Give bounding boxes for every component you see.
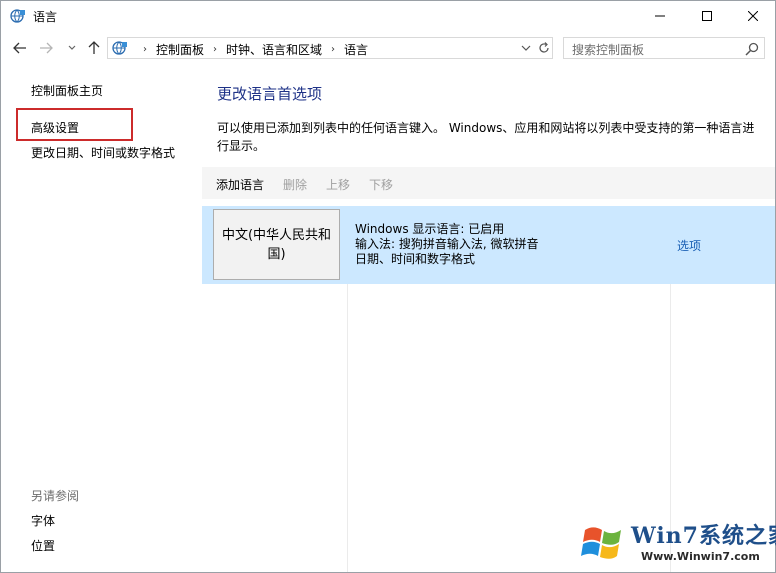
breadcrumb-separator-icon[interactable]: › xyxy=(213,44,217,55)
back-button[interactable] xyxy=(11,39,29,57)
window-title: 语言 xyxy=(33,10,58,24)
language-globe-icon xyxy=(112,41,127,55)
watermark-url: Www.Winwin7.com xyxy=(641,550,760,563)
language-list-item[interactable]: 中文(中华人民共和国) Windows 显示语言: 已启用 输入法: 搜狗拼音输… xyxy=(202,206,775,284)
maximize-button[interactable] xyxy=(684,1,730,31)
breadcrumb-language[interactable]: 语言 xyxy=(344,41,368,58)
move-down-button[interactable]: 下移 xyxy=(369,176,393,193)
language-options-link[interactable]: 选项 xyxy=(677,237,701,254)
language-window: 语言 › 控制面板 › 时钟、语言和区域 › 语言 搜索控制面板 控制面板主页 … xyxy=(0,0,776,573)
location-link[interactable]: 位置 xyxy=(31,537,55,554)
language-toolbar: 添加语言 删除 上移 下移 xyxy=(202,167,775,199)
language-globe-icon xyxy=(10,9,25,23)
remove-language-button[interactable]: 删除 xyxy=(283,176,307,193)
page-description: 可以使用已添加到列表中的任何语言键入。 Windows、应用和网站将以列表中受支… xyxy=(217,121,755,153)
search-input[interactable]: 搜索控制面板 xyxy=(563,37,765,59)
control-panel-home-link[interactable]: 控制面板主页 xyxy=(31,82,103,99)
refresh-icon xyxy=(539,42,549,53)
windows-flag-icon xyxy=(581,527,621,559)
up-button[interactable] xyxy=(85,39,103,57)
arrow-left-icon xyxy=(13,42,26,54)
watermark-brand: Win7系统之家 xyxy=(631,523,776,549)
arrow-up-icon xyxy=(88,41,100,54)
title-bar[interactable]: 语言 xyxy=(1,1,775,31)
input-methods: 输入法: 搜狗拼音输入法, 微软拼音 xyxy=(355,237,539,251)
minimize-button[interactable] xyxy=(637,1,683,31)
minimize-icon xyxy=(655,15,665,17)
add-language-button[interactable]: 添加语言 xyxy=(216,176,264,193)
recent-locations-button[interactable] xyxy=(63,39,81,57)
left-navigation-pane: 控制面板主页 高级设置 更改日期、时间或数字格式 另请参阅 字体 位置 xyxy=(1,65,201,572)
breadcrumb-separator-icon[interactable]: › xyxy=(143,44,147,55)
breadcrumb-clock-language-region[interactable]: 时钟、语言和区域 xyxy=(226,41,322,58)
forward-button[interactable] xyxy=(37,39,55,57)
page-title: 更改语言首选项 xyxy=(217,85,323,103)
close-button[interactable] xyxy=(730,1,776,31)
navigation-bar: › 控制面板 › 时钟、语言和区域 › 语言 搜索控制面板 xyxy=(1,33,775,63)
watermark-logo: Win7系统之家 Www.Winwin7.com xyxy=(581,516,776,570)
breadcrumb: › 控制面板 › 时钟、语言和区域 › 语言 xyxy=(134,41,368,58)
breadcrumb-control-panel[interactable]: 控制面板 xyxy=(156,41,204,58)
advanced-settings-link[interactable]: 高级设置 xyxy=(31,119,79,136)
breadcrumb-separator-icon[interactable]: › xyxy=(331,44,335,55)
change-date-time-format-link[interactable]: 更改日期、时间或数字格式 xyxy=(31,144,175,161)
address-dropdown-button[interactable] xyxy=(518,40,534,56)
chevron-down-icon xyxy=(68,45,76,50)
see-also-heading: 另请参阅 xyxy=(31,489,80,503)
chevron-down-icon xyxy=(521,45,531,51)
display-language-status: Windows 显示语言: 已启用 xyxy=(355,222,505,236)
format-info: 日期、时间和数字格式 xyxy=(355,252,476,266)
search-placeholder: 搜索控制面板 xyxy=(572,43,645,57)
language-name-button[interactable]: 中文(中华人民共和国) xyxy=(213,209,340,280)
move-up-button[interactable]: 上移 xyxy=(326,176,350,193)
close-icon xyxy=(748,11,758,21)
fonts-link[interactable]: 字体 xyxy=(31,512,55,529)
address-bar[interactable]: › 控制面板 › 时钟、语言和区域 › 语言 xyxy=(107,37,553,59)
search-icon[interactable] xyxy=(744,41,760,57)
arrow-right-icon xyxy=(40,42,53,54)
language-details: Windows 显示语言: 已启用 输入法: 搜狗拼音输入法, 微软拼音 日期、… xyxy=(355,222,539,267)
refresh-button[interactable] xyxy=(536,40,552,56)
maximize-icon xyxy=(702,11,712,21)
